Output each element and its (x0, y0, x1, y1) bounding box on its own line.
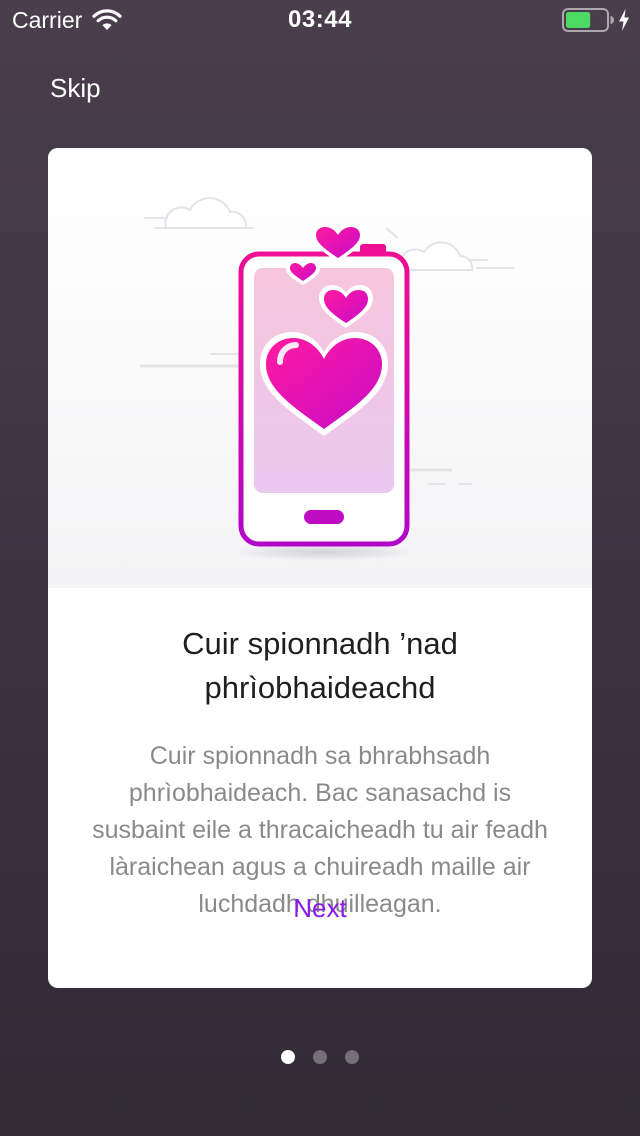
page-dot[interactable] (313, 1050, 327, 1064)
battery-level-fill (566, 12, 591, 28)
page-dot-active[interactable] (281, 1050, 295, 1064)
skip-button[interactable]: Skip (50, 72, 101, 104)
onboarding-title: Cuir spionnadh ’nad phrìobhaideachd (182, 626, 458, 705)
status-bar: Carrier 03:44 (0, 0, 640, 40)
charging-bolt-icon (618, 9, 630, 31)
page-indicator[interactable] (0, 1050, 640, 1064)
onboarding-card: Cuir spionnadh ’nad phrìobhaideachd Cuir… (48, 148, 592, 988)
status-time: 03:44 (288, 6, 352, 33)
battery-group (562, 8, 630, 32)
phone-with-hearts-illustration (48, 148, 592, 588)
battery-icon (562, 8, 614, 32)
page-dot[interactable] (345, 1050, 359, 1064)
next-button[interactable]: Next (48, 890, 592, 926)
